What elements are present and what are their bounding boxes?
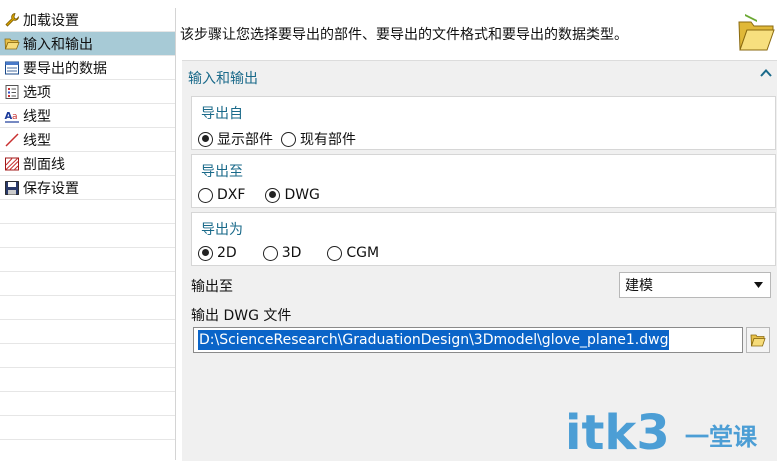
browse-button[interactable] [746,327,770,353]
nav-item-label: 加载设置 [23,12,79,29]
folder-open-icon [750,334,766,346]
radio-label: 现有部件 [300,132,356,148]
nav-item-line-type[interactable]: 线型 [0,128,175,152]
radio-label: 2D [217,245,237,261]
radio-2d[interactable]: 2D [198,245,237,261]
radio-label: DWG [284,187,320,203]
panel-title: 输入和输出 [188,71,258,87]
radio-button[interactable] [262,245,278,261]
nav-empty-row [0,224,175,248]
radio-button[interactable] [198,187,213,203]
output-file-label: 输出 DWG 文件 [191,308,292,324]
watermark-text: itk3 [565,405,670,459]
options-icon [5,84,19,99]
nav-empty-row [0,392,175,416]
radio-existing-part[interactable]: 现有部件 [281,129,356,149]
nav-item-label: 选项 [23,84,51,101]
nav-empty-row [0,272,175,296]
watermark-logo: itk3 一堂课 [565,405,758,459]
nav-item-label: 输入和输出 [23,36,93,53]
hatch-icon [5,157,19,170]
radio-display-part[interactable]: 显示部件 [198,129,273,149]
input-output-panel: 输入和输出 导出自 显示部件 现有部件 导出至 DXF DWG 导出为 2D 3… [182,60,777,461]
group-title: 导出至 [201,164,243,180]
export-to-group: 导出至 DXF DWG [191,154,776,208]
line-icon [5,132,19,147]
output-to-dropdown[interactable]: 建模 [619,272,771,298]
nav-item-save-settings[interactable]: 保存设置 [0,176,175,200]
radio-button-checked[interactable] [265,187,281,203]
radio-label: DXF [217,187,246,203]
output-file-path-text: D:\ScienceResearch\GraduationDesign\3Dmo… [198,330,670,350]
step-description: 该步骤让您选择要导出的部件、要导出的文件格式和要导出的数据类型。 [180,27,628,43]
nav-empty-row [0,416,175,440]
nav-item-label: 要导出的数据 [23,60,107,77]
radio-button[interactable] [281,131,296,147]
chevron-down-icon [754,282,763,288]
export-as-options: 2D 3D CGM [198,245,387,261]
nav-empty-row [0,368,175,392]
nav-item-data-to-export[interactable]: 要导出的数据 [0,56,175,80]
folder-open-icon [4,38,20,49]
chevron-up-icon[interactable] [759,67,773,79]
nav-item-input-output[interactable]: 输入和输出 [0,32,175,56]
wrench-icon [5,12,19,27]
group-title: 导出为 [201,222,243,238]
export-from-group: 导出自 显示部件 现有部件 [191,96,776,150]
radio-label: CGM [346,245,380,261]
nav-item-options[interactable]: 选项 [0,80,175,104]
export-as-group: 导出为 2D 3D CGM [191,212,776,266]
radio-label: 3D [281,245,302,261]
nav-empty-row [0,320,175,344]
export-from-options: 显示部件 现有部件 [198,129,364,149]
radio-label: 显示部件 [217,132,273,148]
radio-dxf[interactable]: DXF [198,187,245,203]
export-to-options: DXF DWG [198,187,328,203]
radio-dwg[interactable]: DWG [265,187,320,203]
dropdown-value: 建模 [625,278,653,294]
radio-3d[interactable]: 3D [262,245,302,261]
radio-button-checked[interactable] [198,131,213,147]
output-file-path-input[interactable]: D:\ScienceResearch\GraduationDesign\3Dmo… [193,327,743,353]
data-sheet-icon [5,61,19,74]
group-title: 导出自 [201,106,243,122]
nav-item-text-style[interactable]: A a 线型 [0,104,175,128]
nav-item-load-settings[interactable]: 加载设置 [0,8,175,32]
radio-button-checked[interactable] [198,245,213,261]
nav-item-label: 线型 [23,108,51,125]
save-icon [5,180,19,195]
text-style-icon: A a [5,111,19,123]
svg-text:a: a [12,112,18,122]
radio-cgm[interactable]: CGM [327,245,379,261]
nav-empty-row [0,248,175,272]
nav-item-hatch[interactable]: 剖面线 [0,152,175,176]
nav-empty-row [0,296,175,320]
nav-item-label: 剖面线 [23,156,65,173]
nav-item-label: 保存设置 [23,180,79,197]
step-navigation: 加载设置 输入和输出 要导出的数据 选项 A a 线型 线型 剖面线 保存设置 [0,8,176,460]
radio-button[interactable] [327,245,343,261]
watermark-suffix: 一堂课 [685,423,758,451]
nav-empty-row [0,200,175,224]
folder-open-icon [738,14,775,51]
nav-item-label: 线型 [23,132,51,149]
output-to-label: 输出至 [191,279,233,295]
nav-empty-row [0,344,175,368]
